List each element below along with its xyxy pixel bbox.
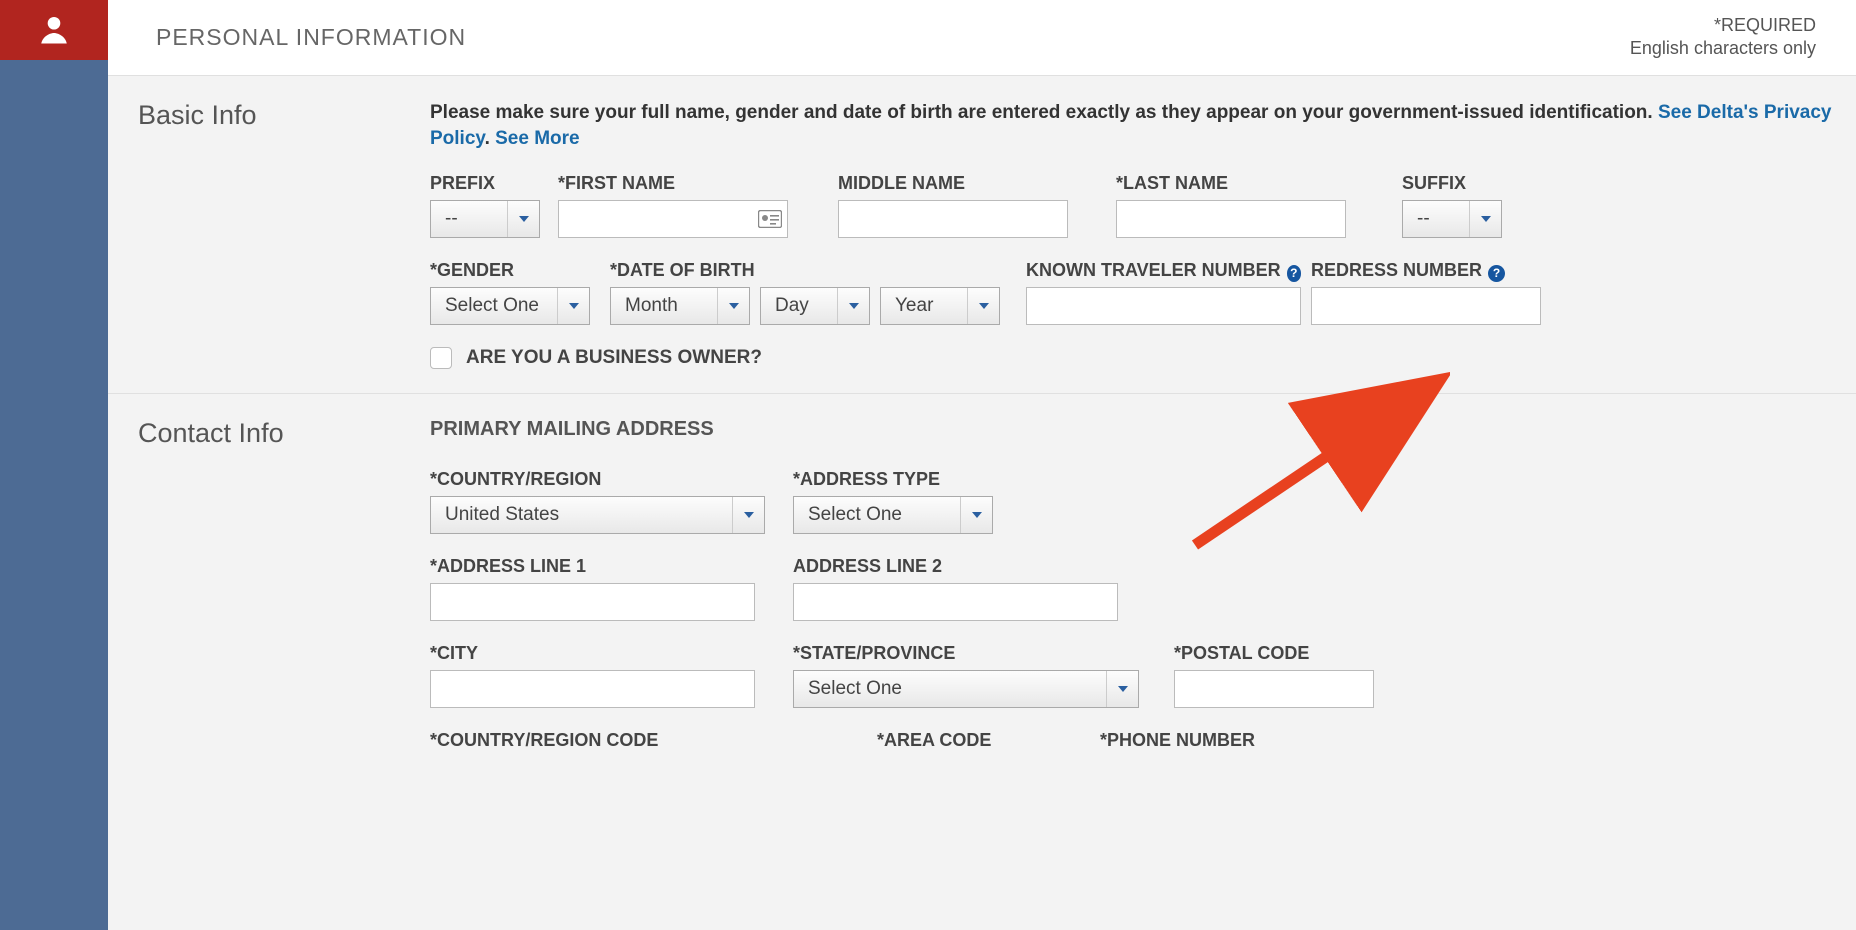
- state-label: *STATE/PROVINCE: [793, 643, 1139, 664]
- country-label: *COUNTRY/REGION: [430, 469, 765, 490]
- mailing-address-heading: PRIMARY MAILING ADDRESS: [430, 418, 1832, 441]
- section-title-basic: Basic Info: [138, 100, 430, 369]
- dob-day-value: Day: [761, 288, 837, 324]
- gender-select[interactable]: Select One: [430, 287, 590, 325]
- area-code-label: *AREA CODE: [877, 730, 1077, 751]
- chevron-down-icon: [960, 497, 992, 533]
- dob-year-value: Year: [881, 288, 967, 324]
- left-sidebar: [0, 0, 108, 930]
- instruction-pre: Please make sure your full name, gender …: [430, 102, 1658, 123]
- postal-input[interactable]: [1174, 670, 1374, 708]
- main-content: PERSONAL INFORMATION *REQUIRED English c…: [108, 0, 1856, 930]
- chevron-down-icon: [837, 288, 869, 324]
- prefix-label: PREFIX: [430, 173, 540, 194]
- address2-input[interactable]: [793, 583, 1118, 621]
- middle-name-label: MIDDLE NAME: [838, 173, 1068, 194]
- dob-month-select[interactable]: Month: [610, 287, 750, 325]
- instruction-period: .: [485, 128, 496, 149]
- page-title: PERSONAL INFORMATION: [156, 24, 466, 51]
- state-value: Select One: [794, 671, 1106, 707]
- section-title-contact: Contact Info: [138, 418, 430, 757]
- chevron-down-icon: [732, 497, 764, 533]
- middle-name-input[interactable]: [838, 200, 1068, 238]
- ktn-label: KNOWN TRAVELER NUMBER: [1026, 260, 1281, 281]
- gender-value: Select One: [431, 288, 557, 324]
- last-name-input[interactable]: [1116, 200, 1346, 238]
- prefix-value: --: [431, 201, 507, 237]
- chevron-down-icon: [967, 288, 999, 324]
- redress-input[interactable]: [1311, 287, 1541, 325]
- help-icon[interactable]: ?: [1287, 265, 1301, 282]
- country-code-label: *COUNTRY/REGION CODE: [430, 730, 830, 751]
- city-label: *CITY: [430, 643, 755, 664]
- phone-label: *PHONE NUMBER: [1100, 730, 1320, 751]
- city-input[interactable]: [430, 670, 755, 708]
- first-name-input[interactable]: [558, 200, 788, 238]
- dob-label: *DATE OF BIRTH: [610, 260, 750, 281]
- chevron-down-icon: [717, 288, 749, 324]
- address-type-select[interactable]: Select One: [793, 496, 993, 534]
- redress-label: REDRESS NUMBER: [1311, 260, 1482, 281]
- address-type-value: Select One: [794, 497, 960, 533]
- chevron-down-icon: [507, 201, 539, 237]
- address2-label: ADDRESS LINE 2: [793, 556, 1118, 577]
- instruction-text: Please make sure your full name, gender …: [430, 100, 1832, 153]
- prefix-select[interactable]: --: [430, 200, 540, 238]
- last-name-label: *LAST NAME: [1116, 173, 1346, 194]
- person-icon: [33, 12, 75, 48]
- address1-label: *ADDRESS LINE 1: [430, 556, 755, 577]
- postal-label: *POSTAL CODE: [1174, 643, 1374, 664]
- country-value: United States: [431, 497, 732, 533]
- see-more-link[interactable]: See More: [495, 128, 579, 149]
- state-select[interactable]: Select One: [793, 670, 1139, 708]
- business-owner-label: ARE YOU A BUSINESS OWNER?: [466, 347, 762, 369]
- dob-day-select[interactable]: Day: [760, 287, 870, 325]
- header-notes: *REQUIRED English characters only: [1630, 14, 1816, 61]
- chevron-down-icon: [1469, 201, 1501, 237]
- ktn-input[interactable]: [1026, 287, 1301, 325]
- chevron-down-icon: [557, 288, 589, 324]
- contact-card-icon: [758, 210, 782, 228]
- required-note: *REQUIRED: [1630, 14, 1816, 37]
- charset-note: English characters only: [1630, 37, 1816, 60]
- country-select[interactable]: United States: [430, 496, 765, 534]
- profile-nav-item[interactable]: [0, 0, 108, 60]
- contact-info-section: Contact Info PRIMARY MAILING ADDRESS *CO…: [108, 394, 1856, 781]
- help-icon[interactable]: ?: [1488, 265, 1505, 282]
- address1-input[interactable]: [430, 583, 755, 621]
- suffix-value: --: [1403, 201, 1469, 237]
- basic-info-section: Basic Info Please make sure your full na…: [108, 76, 1856, 394]
- address-type-label: *ADDRESS TYPE: [793, 469, 993, 490]
- dob-month-value: Month: [611, 288, 717, 324]
- suffix-select[interactable]: --: [1402, 200, 1502, 238]
- suffix-label: SUFFIX: [1402, 173, 1502, 194]
- gender-label: *GENDER: [430, 260, 590, 281]
- business-owner-checkbox[interactable]: [430, 347, 452, 369]
- chevron-down-icon: [1106, 671, 1138, 707]
- dob-year-select[interactable]: Year: [880, 287, 1000, 325]
- page-header: PERSONAL INFORMATION *REQUIRED English c…: [108, 0, 1856, 76]
- first-name-label: *FIRST NAME: [558, 173, 788, 194]
